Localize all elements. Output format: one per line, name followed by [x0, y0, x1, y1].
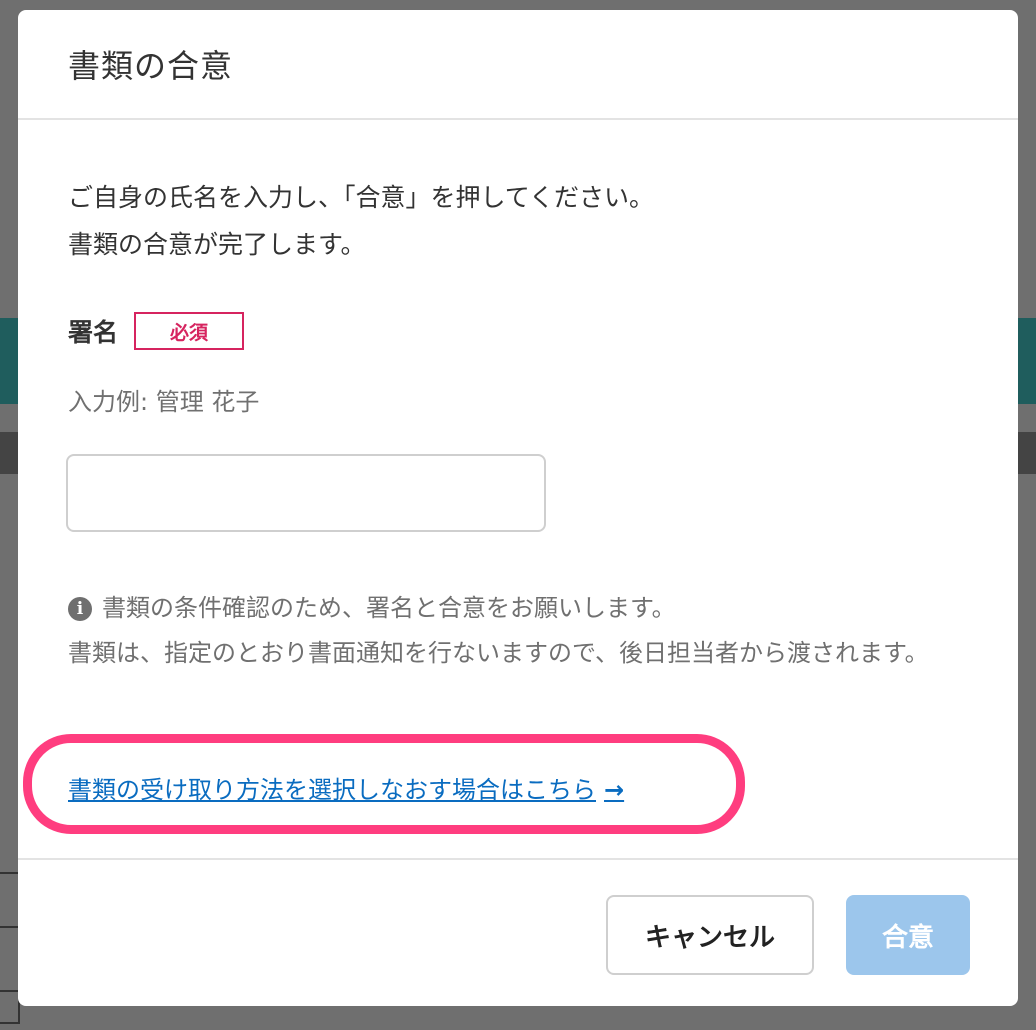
info-icon: i: [68, 597, 92, 621]
note-line: 書類は、指定のとおり書面通知を行ないますので、後日担当者から渡されます。: [68, 639, 929, 667]
arrow-right-icon: →: [604, 776, 625, 804]
input-example: 入力例: 管理 花子: [68, 388, 260, 416]
info-note: i 書類の条件確認のため、署名と合意をお願いします。 書類は、指定のとおり書面通知…: [68, 586, 988, 676]
signature-input[interactable]: [66, 454, 546, 532]
modal-title: 書類の合意: [68, 47, 234, 85]
intro-line: ご自身の氏名を入力し、「合意」を押してください。: [68, 183, 655, 212]
background-field: [0, 872, 20, 928]
signature-label: 署名: [68, 318, 119, 347]
intro-line: 書類の合意が完了します。: [68, 230, 366, 259]
note-line: 書類の条件確認のため、署名と合意をお願いします。: [102, 594, 676, 622]
background-field: [0, 990, 20, 1024]
intro-text: ご自身の氏名を入力し、「合意」を押してください。 書類の合意が完了します。: [68, 174, 654, 268]
link-text: 書類の受け取り方法を選択しなおす場合はこちら: [68, 776, 596, 804]
agree-button[interactable]: 合意: [846, 895, 970, 975]
agreement-modal: 書類の合意 ご自身の氏名を入力し、「合意」を押してください。 書類の合意が完了し…: [18, 10, 1018, 1006]
signature-label-row: 署名 必須: [68, 312, 245, 350]
modal-header: 書類の合意: [18, 10, 1018, 120]
required-badge: 必須: [134, 312, 245, 350]
reselect-method-link[interactable]: 書類の受け取り方法を選択しなおす場合はこちら →: [68, 770, 624, 805]
cancel-button[interactable]: キャンセル: [606, 895, 814, 975]
footer-divider: [18, 858, 1018, 860]
